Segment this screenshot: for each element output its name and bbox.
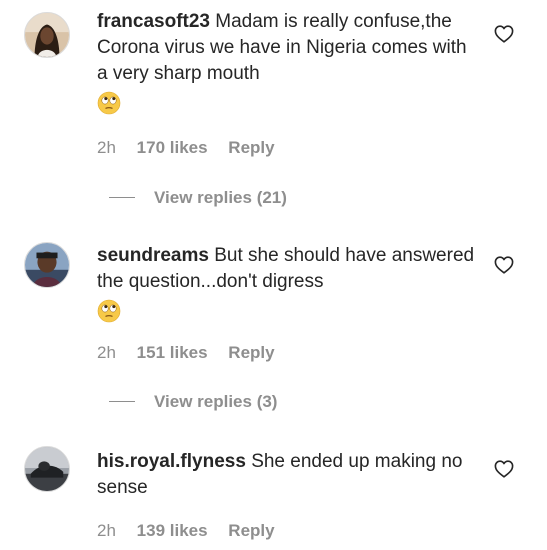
comment-text: his.royal.flyness She ended up making no… [97,449,477,501]
comment-time: 2h [97,138,116,157]
avatar-image [25,13,69,57]
view-replies-button[interactable]: View replies (3) [109,392,277,412]
comment-username[interactable]: his.royal.flyness [97,451,246,472]
replies-divider [109,197,135,199]
avatar[interactable] [24,446,70,492]
heart-icon[interactable] [494,25,514,43]
comment-likes[interactable]: 151 likes [137,343,208,362]
avatar[interactable] [24,242,70,288]
avatar[interactable] [24,12,70,58]
heart-icon[interactable] [494,256,514,274]
comment-likes[interactable]: 139 likes [137,521,208,540]
view-replies-label: View replies (21) [154,188,287,207]
comment-time: 2h [97,343,116,362]
replies-divider [109,401,135,403]
avatar-image [25,447,69,491]
view-replies-label: View replies (3) [154,392,278,411]
rolling-eyes-emoji-icon [97,91,121,115]
comment-meta: 2h 170 likes Reply [97,138,291,158]
comment-username[interactable]: francasoft23 [97,11,210,32]
view-replies-button[interactable]: View replies (21) [109,188,287,208]
rolling-eyes-emoji-icon [97,299,121,323]
comment-text: francasoft23 Madam is really confuse,the… [97,9,477,115]
reply-button[interactable]: Reply [228,138,274,157]
comment-meta: 2h 139 likes Reply [97,521,291,541]
comment-username[interactable]: seundreams [97,245,209,266]
comment-meta: 2h 151 likes Reply [97,343,291,363]
heart-icon[interactable] [494,460,514,478]
comment-time: 2h [97,521,116,540]
comment-text: seundreams But she should have answered … [97,243,477,323]
reply-button[interactable]: Reply [228,521,274,540]
reply-button[interactable]: Reply [228,343,274,362]
avatar-image [25,243,69,287]
comment-likes[interactable]: 170 likes [137,138,208,157]
